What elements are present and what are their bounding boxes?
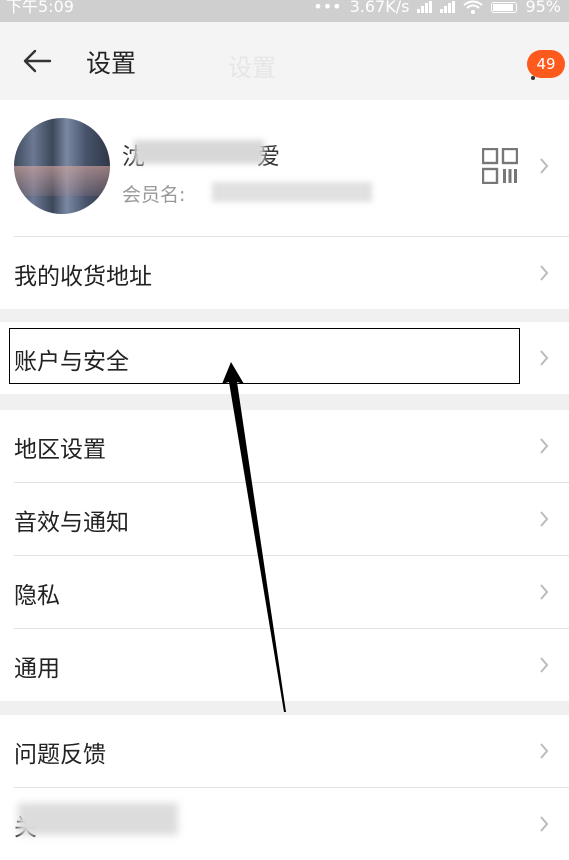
menu-item-label: 账户与安全 — [14, 349, 129, 375]
chevron-right-icon — [540, 438, 549, 454]
menu-item-general[interactable]: 通用 — [14, 629, 569, 701]
member-name-redaction — [212, 182, 372, 202]
qr-code-icon[interactable] — [482, 148, 518, 184]
menu-item-address[interactable]: 我的收货地址 — [14, 237, 569, 309]
ghost-page-title: 设置 — [228, 54, 276, 82]
chevron-right-icon — [540, 743, 549, 759]
menu-item-privacy[interactable]: 隐私 — [14, 556, 569, 629]
signal-icon-2 — [440, 1, 456, 13]
chevron-right-icon — [540, 350, 549, 366]
profile-row[interactable]: 沈爱 会员名: — [14, 100, 569, 237]
menu-item-label: 我的收货地址 — [14, 264, 152, 290]
status-bar: 下午5:09 ••• 3.67K/s 95% — [0, 0, 569, 22]
signal-icon — [417, 1, 433, 13]
battery-percent: 95% — [525, 0, 561, 16]
chevron-right-icon — [540, 265, 549, 281]
menu-item-label: 地区设置 — [14, 437, 106, 463]
chevron-right-icon — [540, 511, 549, 527]
menu-item-label: 问题反馈 — [14, 742, 106, 768]
more-dots-icon: ••• — [313, 0, 342, 16]
app-header: 设置 设置 49 — [0, 22, 569, 121]
menu-item-label: 音效与通知 — [14, 510, 129, 536]
notification-badge: 49 — [527, 50, 565, 78]
profile-section: 沈爱 会员名: 我的收货地址 — [0, 100, 569, 309]
chevron-right-icon — [540, 584, 549, 600]
battery-icon — [491, 1, 518, 13]
menu-item-region[interactable]: 地区设置 — [14, 410, 569, 483]
chevron-right-icon — [540, 816, 549, 832]
network-speed: 3.67K/s — [349, 0, 410, 16]
page-title: 设置 — [86, 49, 137, 78]
chevron-right-icon — [540, 657, 549, 673]
menu-item-account-security[interactable]: 账户与安全 — [14, 322, 569, 394]
menu-item-label: 通用 — [14, 656, 60, 682]
menu-item-sound-notify[interactable]: 音效与通知 — [14, 483, 569, 556]
account-section: 账户与安全 — [0, 322, 569, 394]
status-right: ••• 3.67K/s 95% — [313, 0, 561, 18]
menu-item-label: 隐私 — [14, 583, 60, 609]
general-section: 地区设置 音效与通知 隐私 通用 — [0, 410, 569, 701]
about-redaction — [18, 803, 178, 835]
avatar[interactable] — [14, 118, 110, 214]
member-name-label: 会员名: — [122, 184, 186, 206]
status-time: 下午5:09 — [6, 0, 74, 16]
name-redaction — [134, 140, 264, 164]
menu-item-feedback[interactable]: 问题反馈 — [14, 715, 569, 788]
back-arrow-icon[interactable] — [20, 46, 54, 76]
support-section: 问题反馈 关 — [0, 715, 569, 860]
wifi-icon — [463, 0, 484, 14]
chevron-right-icon — [540, 158, 549, 174]
